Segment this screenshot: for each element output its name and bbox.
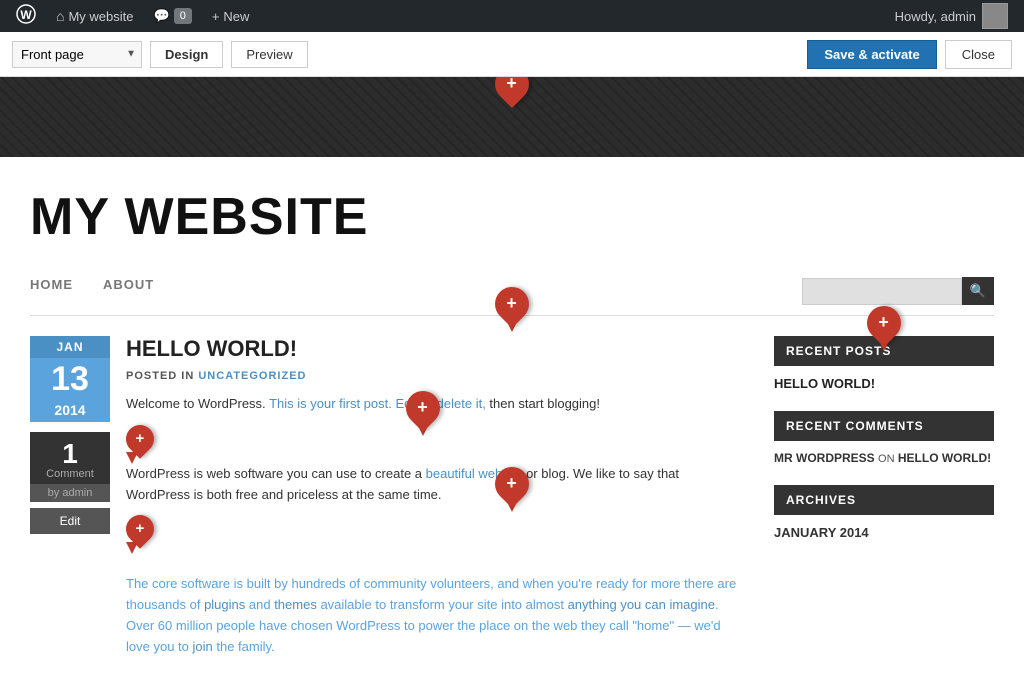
post-body3-text: The core software is built by hundreds o… (126, 576, 736, 653)
plus-icon: + (878, 313, 889, 331)
plus-icon: + (135, 521, 144, 536)
content-area: + MY WEBSITE + HOME ABOUT 🔍 + (0, 77, 1024, 698)
post-meta-col: JAN 13 2014 1 Comment by admin Edit (30, 336, 110, 668)
user-avatar (982, 3, 1008, 29)
sidebar-col: + RECENT POSTS HELLO WORLD! RECENT COMME… (774, 336, 994, 668)
archive-link-1[interactable]: JANUARY 2014 (774, 525, 869, 540)
posted-in: POSTED IN UNCATEGORIZED (126, 370, 744, 382)
comment-by: by admin (30, 484, 110, 502)
recent-post-link-1[interactable]: HELLO WORLD! (774, 376, 994, 391)
post-body2: WordPress is web software you can use to… (126, 464, 744, 506)
comments-link[interactable]: 💬 0 (146, 0, 200, 32)
comment-count-num: 1 (30, 440, 110, 468)
add-pin-title[interactable]: + (495, 287, 529, 332)
search-area: 🔍 (802, 277, 994, 305)
page-select-wrapper: Front page ▼ (12, 41, 142, 68)
post-body3: The core software is built by hundreds o… (126, 574, 744, 657)
comment-post-link[interactable]: HELLO WORLD! (898, 451, 991, 465)
main-col: JAN 13 2014 1 Comment by admin Edit (30, 336, 744, 668)
archives-widget: ARCHIVES JANUARY 2014 (774, 485, 994, 540)
toolbar-left: Front page ▼ Design Preview (12, 41, 807, 68)
plus-icon: + (417, 398, 428, 416)
plus-icon: + (506, 294, 517, 312)
add-pin-post1[interactable]: + (406, 391, 440, 436)
on-text: ON (878, 453, 895, 465)
join-link[interactable]: join (193, 639, 213, 654)
post-content-area: HELLO WORLD! POSTED IN UNCATEGORIZED + W… (126, 336, 744, 668)
posted-in-label: POSTED IN (126, 370, 194, 382)
plus-icon: + (506, 77, 517, 92)
search-input[interactable] (802, 278, 962, 305)
nav-home[interactable]: HOME (30, 277, 73, 305)
home-icon: ⌂ (56, 8, 64, 24)
themes-link[interactable]: themes (274, 597, 317, 612)
recent-comment-1: MR WORDPRESS ON HELLO WORLD! (774, 451, 994, 465)
site-name-link[interactable]: ⌂ My website (48, 0, 142, 32)
toolbar-right: Save & activate Close (807, 40, 1012, 69)
plugins-link[interactable]: plugins (204, 597, 245, 612)
search-icon: 🔍 (970, 283, 986, 298)
site-title: MY WEBSITE (30, 157, 994, 267)
toolbar: Front page ▼ Design Preview Save & activ… (0, 32, 1024, 77)
site-name-text: My website (68, 9, 133, 24)
recent-comments-title: RECENT COMMENTS (774, 411, 994, 441)
new-label: New (223, 9, 249, 24)
plus-icon: + (212, 9, 220, 24)
post-category[interactable]: UNCATEGORIZED (198, 370, 306, 382)
add-pin-sidebar[interactable]: + (867, 306, 901, 351)
search-button[interactable]: 🔍 (962, 277, 994, 305)
new-content-link[interactable]: + New (204, 0, 258, 32)
admin-bar: W ⌂ My website 💬 0 + New Howdy, admin (0, 0, 1024, 32)
date-box: JAN 13 2014 (30, 336, 110, 422)
archives-title: ARCHIVES (774, 485, 994, 515)
page-select[interactable]: Front page (12, 41, 142, 68)
howdy-text: Howdy, admin (895, 9, 976, 24)
add-pin-top[interactable]: + (495, 77, 529, 101)
add-pin-nav[interactable]: + (495, 467, 529, 512)
plus-icon: + (506, 474, 517, 492)
plus-icon: + (135, 431, 144, 446)
date-year: 2014 (30, 400, 110, 422)
save-activate-button[interactable]: Save & activate (807, 40, 936, 69)
recent-comments-widget: RECENT COMMENTS MR WORDPRESS ON HELLO WO… (774, 411, 994, 465)
anything-link[interactable]: anything you can imagine (568, 597, 715, 612)
comment-count-label: Comment (30, 468, 110, 480)
comment-count-box: 1 Comment (30, 432, 110, 484)
post-body1-text: Welcome to WordPress. This is your first… (126, 396, 600, 411)
first-post-link[interactable]: This is your first post. Edit or delete … (269, 396, 486, 411)
site-header-bg: + (0, 77, 1024, 157)
commenter-name: MR WORDPRESS (774, 451, 875, 465)
date-month: JAN (30, 336, 110, 358)
post-entry: JAN 13 2014 1 Comment by admin Edit (30, 336, 744, 668)
post-body2-text: WordPress is web software you can use to… (126, 466, 679, 502)
preview-button[interactable]: Preview (231, 41, 307, 68)
close-button[interactable]: Close (945, 40, 1012, 69)
howdy-area: Howdy, admin (887, 3, 1016, 29)
design-button[interactable]: Design (150, 41, 223, 68)
comment-count-badge: 0 (174, 8, 192, 24)
edit-button[interactable]: Edit (30, 508, 110, 534)
nav-about[interactable]: ABOUT (103, 277, 154, 305)
svg-text:W: W (20, 8, 32, 22)
post-title: HELLO WORLD! (126, 336, 744, 362)
admin-bar-right: Howdy, admin (887, 3, 1016, 29)
nav-spacer (184, 277, 772, 305)
admin-bar-left: W ⌂ My website 💬 0 + New (8, 0, 887, 32)
wp-logo[interactable]: W (8, 4, 44, 29)
comments-icon: 💬 (154, 8, 170, 24)
date-day: 13 (30, 358, 110, 400)
site-main: MY WEBSITE + HOME ABOUT 🔍 + (0, 157, 1024, 698)
